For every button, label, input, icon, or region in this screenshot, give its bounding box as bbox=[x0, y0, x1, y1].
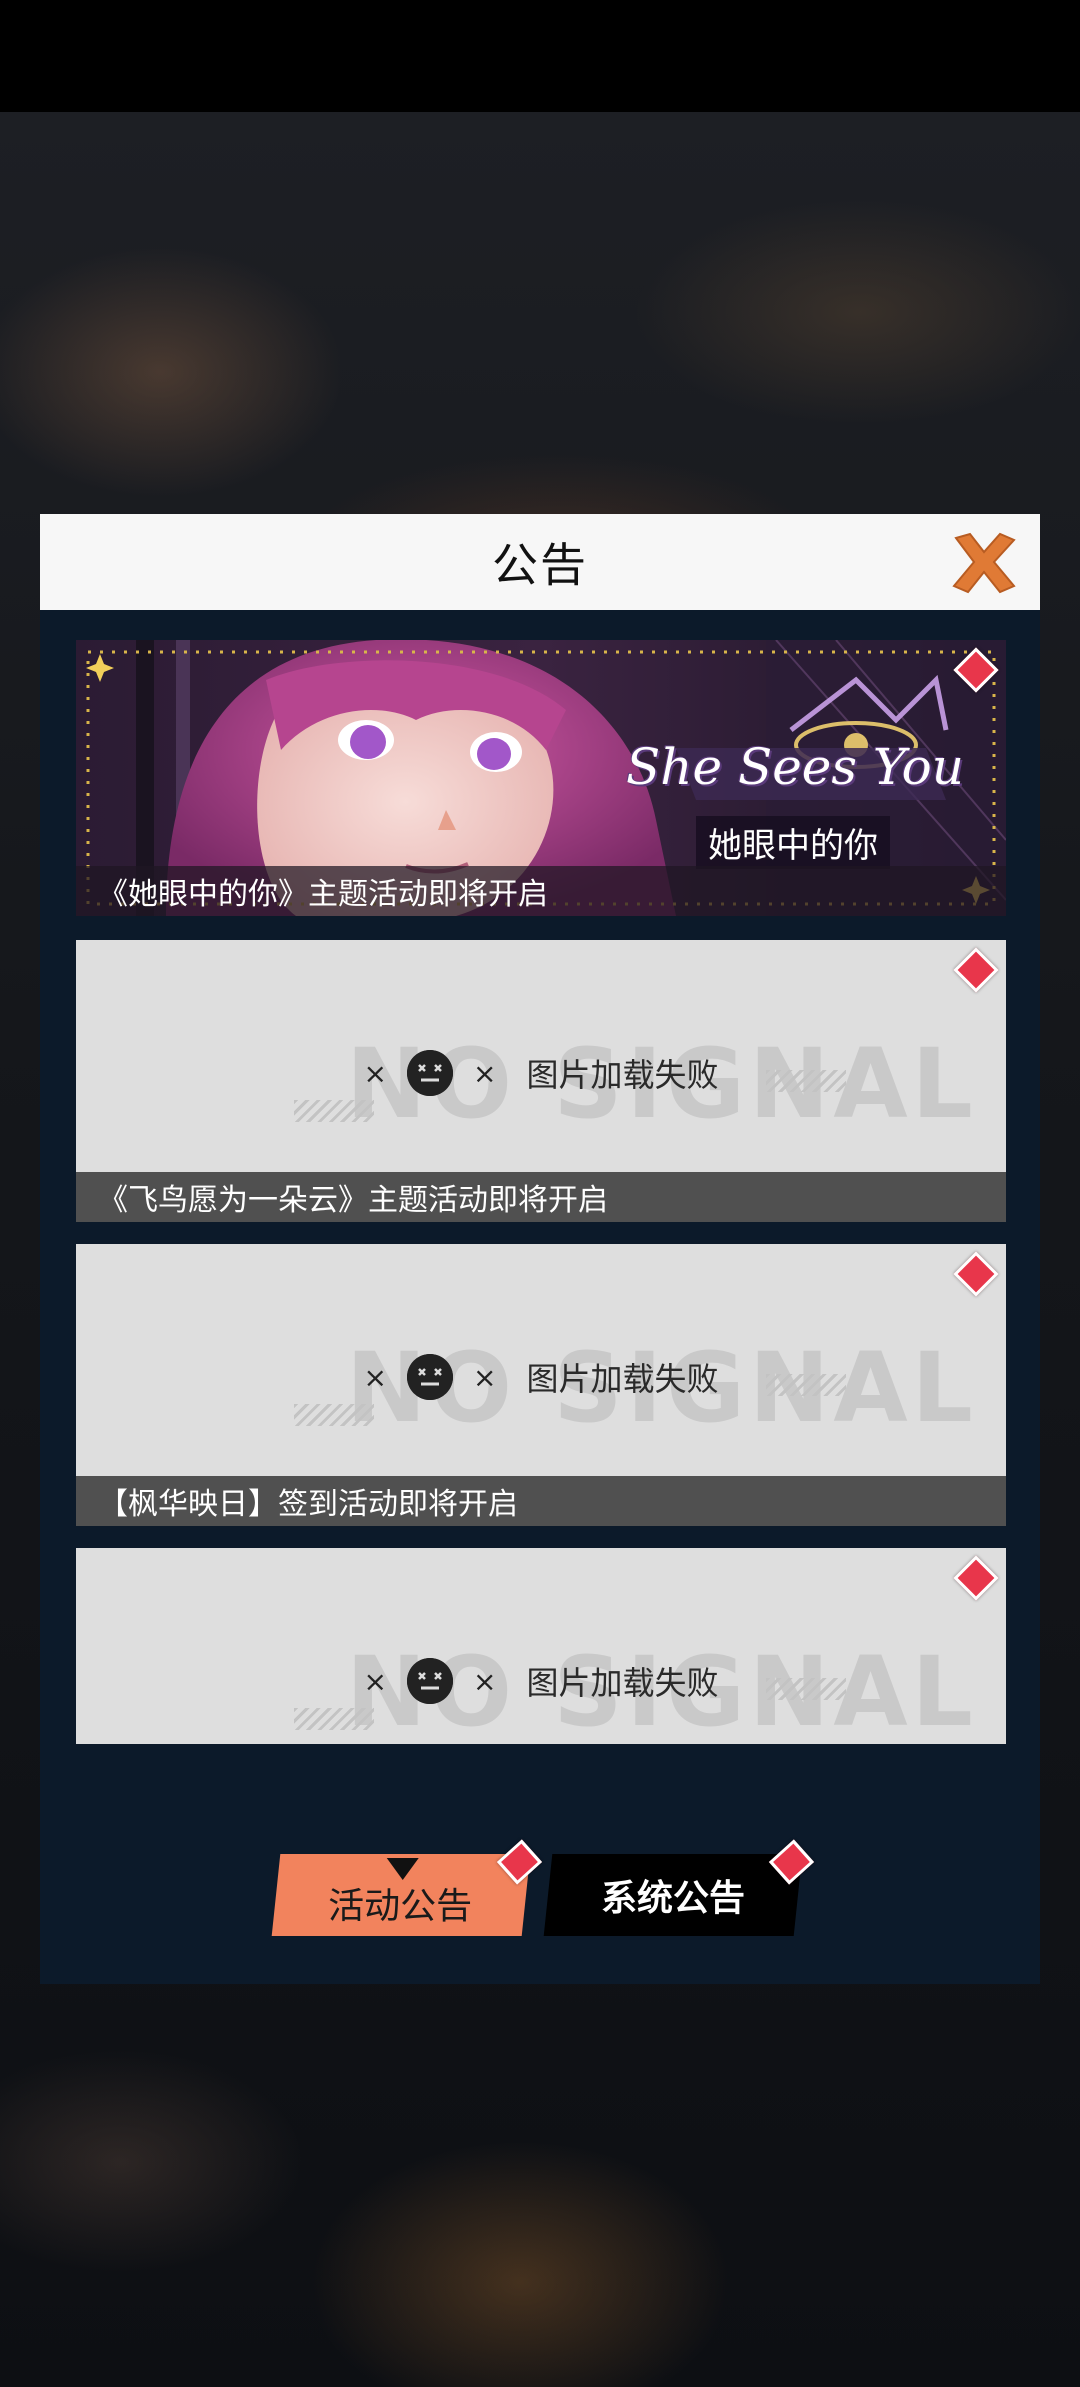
tab-label: 活动公告 bbox=[328, 1886, 473, 1927]
tab-label: 系统公告 bbox=[600, 1878, 745, 1919]
fail-text: 图片加载失败 bbox=[526, 1360, 719, 1398]
announcement-banner-2[interactable]: NO SIGNAL × × 图片加载失败 《飞鸟愿为一朵云》主题活动即将开启 bbox=[76, 940, 1006, 1222]
banner-caption: 《她眼中的你》主题活动即将开启 bbox=[76, 866, 1006, 916]
fail-text: 图片加载失败 bbox=[526, 1056, 719, 1094]
broken-image-face-icon bbox=[406, 1658, 453, 1704]
x-mark: × bbox=[472, 1360, 497, 1394]
stripe-decoration bbox=[294, 1100, 374, 1122]
new-badge-icon bbox=[496, 1839, 543, 1885]
no-signal-placeholder: NO SIGNAL × × 图片加载失败 bbox=[76, 1548, 1006, 1744]
banner-logo-en: She Sees You bbox=[626, 738, 964, 796]
fail-text: 图片加载失败 bbox=[526, 1664, 719, 1702]
broken-image-face-icon bbox=[406, 1050, 453, 1096]
x-mark: × bbox=[363, 1056, 387, 1090]
stripe-decoration bbox=[294, 1708, 374, 1730]
x-mark: × bbox=[472, 1664, 497, 1698]
tab-system-announcements[interactable]: 系统公告 bbox=[543, 1839, 815, 1936]
x-mark: × bbox=[363, 1664, 387, 1698]
close-icon[interactable] bbox=[950, 530, 1018, 596]
status-bar bbox=[0, 0, 1080, 112]
tab-activity-announcements[interactable]: 活动公告 bbox=[271, 1839, 543, 1936]
broken-image-face-icon bbox=[406, 1354, 453, 1400]
announcement-banner-1[interactable]: She Sees You 她眼中的你 《她眼中的你》主题活动即将开启 bbox=[76, 640, 1006, 916]
dialog-header: 公告 bbox=[40, 514, 1040, 610]
stripe-decoration bbox=[294, 1404, 374, 1426]
x-mark: × bbox=[363, 1360, 387, 1394]
image-load-failed: × × 图片加载失败 bbox=[76, 1658, 1006, 1704]
banner-logo-cn: 她眼中的你 bbox=[696, 816, 890, 869]
announcement-banner-4[interactable]: NO SIGNAL × × 图片加载失败 bbox=[76, 1548, 1006, 1744]
banner-caption: 【枫华映日】签到活动即将开启 bbox=[76, 1476, 1006, 1526]
x-mark: × bbox=[472, 1056, 497, 1090]
image-load-failed: × × 图片加载失败 bbox=[76, 1050, 1006, 1096]
announcement-dialog: 公告 She Sees You 她眼中的你 《她眼中的你》主题活动即将开启 NO… bbox=[40, 514, 1040, 1984]
image-load-failed: × × 图片加载失败 bbox=[76, 1354, 1006, 1400]
announcement-banner-3[interactable]: NO SIGNAL × × 图片加载失败 【枫华映日】签到活动即将开启 bbox=[76, 1244, 1006, 1526]
banner-caption: 《飞鸟愿为一朵云》主题活动即将开启 bbox=[76, 1172, 1006, 1222]
new-badge-icon bbox=[768, 1839, 815, 1885]
dialog-title: 公告 bbox=[492, 538, 588, 592]
